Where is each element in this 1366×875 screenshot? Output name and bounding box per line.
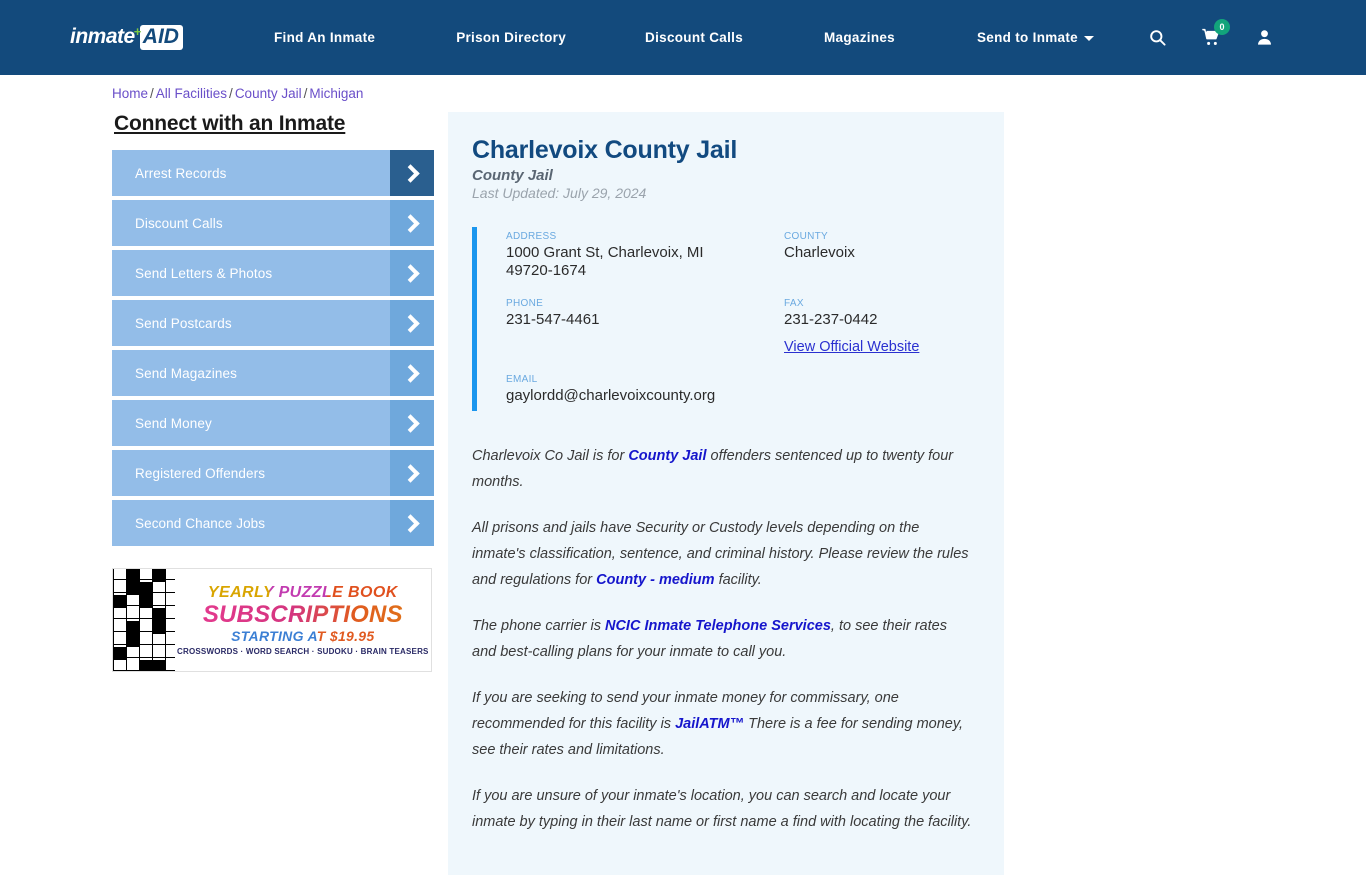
sidebar-item-label: Arrest Records bbox=[112, 150, 390, 196]
description-paragraph-5: If you are unsure of your inmate's locat… bbox=[472, 783, 974, 835]
search-icon[interactable] bbox=[1148, 28, 1167, 47]
description-paragraph-2: All prisons and jails have Security or C… bbox=[472, 515, 974, 593]
ad-price-line: STARTING AT $19.95 bbox=[231, 628, 374, 644]
chevron-right-icon bbox=[390, 450, 434, 496]
breadcrumb: Home/All Facilities/County Jail/Michigan bbox=[112, 86, 363, 101]
info-field-spacer bbox=[784, 374, 974, 405]
breadcrumb-separator: / bbox=[150, 86, 154, 101]
info-value: 231-547-4461 bbox=[506, 311, 721, 329]
nav-item-send-to-inmate-label: Send to Inmate bbox=[977, 30, 1078, 45]
paragraph-text: facility. bbox=[715, 572, 762, 588]
logo-aid: AID bbox=[140, 25, 183, 50]
header-icon-group: 0 bbox=[1148, 28, 1274, 47]
nav-item-find-an-inmate[interactable]: Find An Inmate bbox=[274, 20, 375, 55]
sidebar-item-label: Send Postcards bbox=[112, 300, 390, 346]
sidebar-item-label: Send Letters & Photos bbox=[112, 250, 390, 296]
chevron-right-icon bbox=[390, 350, 434, 396]
info-value: gaylordd@charlevoixcounty.org bbox=[506, 387, 721, 405]
info-label: COUNTY bbox=[784, 231, 974, 242]
paragraph-text: The phone carrier is bbox=[472, 618, 605, 634]
sidebar-item-label: Registered Offenders bbox=[112, 450, 390, 496]
breadcrumb-separator: / bbox=[229, 86, 233, 101]
view-official-website-link[interactable]: View Official Website bbox=[784, 339, 919, 355]
nav-item-discount-calls[interactable]: Discount Calls bbox=[645, 20, 743, 55]
sidebar-item-label: Second Chance Jobs bbox=[112, 500, 390, 546]
chevron-right-icon bbox=[390, 300, 434, 346]
description-paragraph-3: The phone carrier is NCIC Inmate Telepho… bbox=[472, 613, 974, 665]
sidebar-item-registered-offenders[interactable]: Registered Offenders bbox=[112, 450, 434, 496]
sidebar-item-send-money[interactable]: Send Money bbox=[112, 400, 434, 446]
sidebar: Connect with an Inmate Arrest Records Di… bbox=[112, 112, 434, 550]
nav-item-prison-directory[interactable]: Prison Directory bbox=[456, 20, 566, 55]
chevron-down-icon bbox=[1084, 36, 1094, 41]
breadcrumb-item-michigan[interactable]: Michigan bbox=[309, 86, 363, 101]
info-value: 231-237-0442 bbox=[784, 311, 974, 329]
info-field-email: EMAIL gaylordd@charlevoixcounty.org bbox=[506, 374, 784, 405]
site-header: inmate+AID Find An Inmate Prison Directo… bbox=[0, 0, 1366, 75]
sidebar-item-label: Discount Calls bbox=[112, 200, 390, 246]
info-value: Charlevoix bbox=[784, 244, 974, 262]
info-label: FAX bbox=[784, 298, 974, 309]
nav-item-send-to-inmate[interactable]: Send to Inmate bbox=[977, 20, 1094, 55]
sidebar-title: Connect with an Inmate bbox=[114, 112, 434, 136]
ncic-inmate-telephone-services-link[interactable]: NCIC Inmate Telephone Services bbox=[605, 618, 831, 634]
sidebar-item-send-magazines[interactable]: Send Magazines bbox=[112, 350, 434, 396]
sidebar-item-label: Send Magazines bbox=[112, 350, 390, 396]
crossword-grid-graphic bbox=[113, 569, 175, 671]
facility-info-block: ADDRESS 1000 Grant St, Charlevoix, MI 49… bbox=[472, 227, 974, 411]
ad-headline-1: YEARLY PUZZLE BOOK bbox=[208, 584, 398, 602]
county-jail-link[interactable]: County Jail bbox=[628, 448, 706, 464]
chevron-right-icon bbox=[390, 400, 434, 446]
paragraph-text: Charlevoix Co Jail is for bbox=[472, 448, 628, 464]
breadcrumb-item-home[interactable]: Home bbox=[112, 86, 148, 101]
page-title: Charlevoix County Jail bbox=[472, 136, 974, 165]
chevron-right-icon bbox=[390, 200, 434, 246]
site-logo[interactable]: inmate+AID bbox=[70, 25, 198, 50]
info-value: 1000 Grant St, Charlevoix, MI 49720-1674 bbox=[506, 244, 721, 280]
description-paragraph-4: If you are seeking to send your inmate m… bbox=[472, 685, 974, 763]
cart-count-badge: 0 bbox=[1214, 19, 1230, 35]
breadcrumb-item-all-facilities[interactable]: All Facilities bbox=[156, 86, 227, 101]
county-medium-link[interactable]: County - medium bbox=[596, 572, 714, 588]
paragraph-text: If you are unsure of your inmate's locat… bbox=[472, 788, 971, 830]
info-field-fax: FAX 231-237-0442 View Official Website bbox=[784, 298, 974, 374]
breadcrumb-item-county-jail[interactable]: County Jail bbox=[235, 86, 302, 101]
ad-categories-line: CROSSWORDS · WORD SEARCH · SUDOKU · BRAI… bbox=[177, 647, 429, 656]
info-label: PHONE bbox=[506, 298, 784, 309]
sidebar-item-second-chance-jobs[interactable]: Second Chance Jobs bbox=[112, 500, 434, 546]
info-field-address: ADDRESS 1000 Grant St, Charlevoix, MI 49… bbox=[506, 231, 784, 298]
sidebar-item-arrest-records[interactable]: Arrest Records bbox=[112, 150, 434, 196]
cart-icon[interactable]: 0 bbox=[1201, 28, 1221, 47]
facility-detail-panel: Charlevoix County Jail County Jail Last … bbox=[448, 112, 1004, 875]
facility-type: County Jail bbox=[472, 167, 974, 184]
sidebar-item-send-postcards[interactable]: Send Postcards bbox=[112, 300, 434, 346]
jailatm-link[interactable]: JailATM™ bbox=[675, 716, 744, 732]
main-navigation: Find An Inmate Prison Directory Discount… bbox=[274, 20, 1148, 55]
sudoku-grid-graphic: 1 4 4 9 5 2 bbox=[431, 569, 432, 671]
description-paragraph-1: Charlevoix Co Jail is for County Jail of… bbox=[472, 443, 974, 495]
info-field-phone: PHONE 231-547-4461 bbox=[506, 298, 784, 374]
user-icon[interactable] bbox=[1255, 28, 1274, 47]
sidebar-item-discount-calls[interactable]: Discount Calls bbox=[112, 200, 434, 246]
info-label: EMAIL bbox=[506, 374, 784, 385]
logo-word: inmate bbox=[70, 25, 135, 49]
info-label: ADDRESS bbox=[506, 231, 784, 242]
info-field-county: COUNTY Charlevoix bbox=[784, 231, 974, 298]
nav-item-magazines[interactable]: Magazines bbox=[824, 20, 895, 55]
sidebar-item-label: Send Money bbox=[112, 400, 390, 446]
logo-mark: inmate+AID bbox=[70, 25, 183, 50]
chevron-right-icon bbox=[390, 500, 434, 546]
logo-plus-icon: + bbox=[134, 24, 141, 39]
facility-description: Charlevoix Co Jail is for County Jail of… bbox=[472, 443, 974, 835]
breadcrumb-separator: / bbox=[304, 86, 308, 101]
chevron-right-icon bbox=[390, 150, 434, 196]
ad-headline-2: SUBSCRIPTIONS bbox=[203, 603, 403, 627]
puzzle-book-ad[interactable]: YEARLY PUZZLE BOOK SUBSCRIPTIONS STARTIN… bbox=[112, 568, 432, 672]
sidebar-item-send-letters-and-photos[interactable]: Send Letters & Photos bbox=[112, 250, 434, 296]
ad-text-block: YEARLY PUZZLE BOOK SUBSCRIPTIONS STARTIN… bbox=[175, 569, 431, 671]
chevron-right-icon bbox=[390, 250, 434, 296]
last-updated: Last Updated: July 29, 2024 bbox=[472, 185, 974, 201]
